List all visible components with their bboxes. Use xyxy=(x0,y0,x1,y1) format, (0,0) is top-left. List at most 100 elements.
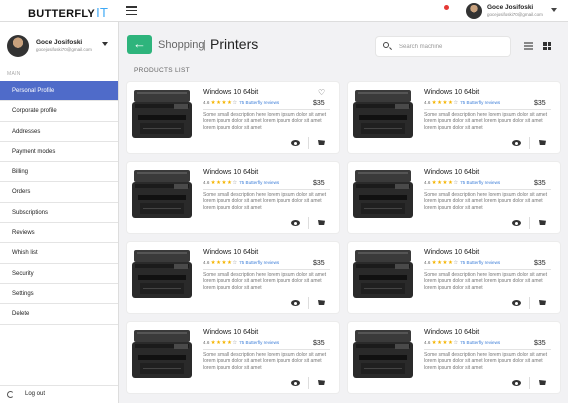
divider xyxy=(529,137,530,149)
divider xyxy=(203,269,330,270)
search-box xyxy=(376,37,510,56)
search-input[interactable] xyxy=(399,41,504,52)
chevron-down-icon[interactable] xyxy=(551,8,557,12)
eye-icon[interactable] xyxy=(291,140,300,146)
product-card[interactable]: Windows 10 64bit 4.6 ★★★★☆ 75 Butterfly r… xyxy=(348,242,560,313)
product-image[interactable] xyxy=(131,168,193,220)
sidebar-item-reviews[interactable]: Reviews xyxy=(0,223,118,244)
eye-icon[interactable] xyxy=(291,300,300,306)
product-title[interactable]: Windows 10 64bit xyxy=(424,89,479,96)
reviews-link[interactable]: 75 Butterfly reviews xyxy=(239,100,279,105)
sidebar-item-billing[interactable]: Billing xyxy=(0,162,118,183)
product-card[interactable]: Windows 10 64bit 4.6 ★★★★☆ 75 Butterfly r… xyxy=(348,82,560,153)
product-rating: 4.6 ★★★★☆ 75 Butterfly reviews xyxy=(424,180,500,186)
cart-icon[interactable] xyxy=(539,380,546,385)
product-title[interactable]: Windows 10 64bit xyxy=(203,89,258,96)
cart-icon[interactable] xyxy=(539,220,546,225)
search-icon[interactable] xyxy=(383,42,389,48)
eye-icon[interactable] xyxy=(291,220,300,226)
product-price: $35 xyxy=(313,260,325,267)
breadcrumb-parent[interactable]: Shopping xyxy=(158,39,205,51)
cart-icon[interactable] xyxy=(318,220,325,225)
cart-icon[interactable] xyxy=(318,140,325,145)
notification-dot-icon[interactable] xyxy=(444,5,449,10)
sidebar-item-settings[interactable]: Settings xyxy=(0,284,118,305)
eye-icon[interactable] xyxy=(512,140,521,146)
cart-icon[interactable] xyxy=(539,300,546,305)
cart-icon[interactable] xyxy=(318,300,325,305)
chevron-down-icon[interactable] xyxy=(102,42,108,46)
reviews-link[interactable]: 75 Butterfly reviews xyxy=(239,340,279,345)
sidebar-item-addresses[interactable]: Addresses xyxy=(0,122,118,142)
product-image[interactable] xyxy=(352,168,414,220)
product-image[interactable] xyxy=(352,88,414,140)
product-title[interactable]: Windows 10 64bit xyxy=(424,329,479,336)
sidebar-menu: Personal Profile Corporate profile Addre… xyxy=(0,81,118,325)
product-card[interactable]: Windows 10 64bit 4.6 ★★★★☆ 75 Butterfly r… xyxy=(348,162,560,233)
divider xyxy=(203,189,330,190)
cart-icon[interactable] xyxy=(318,380,325,385)
product-image[interactable] xyxy=(131,328,193,380)
sidebar-item-subscriptions[interactable]: Subscriptions xyxy=(0,203,118,224)
logout-button[interactable]: Log out xyxy=(0,385,118,403)
divider xyxy=(529,297,530,309)
list-view-icon[interactable] xyxy=(524,42,533,50)
product-title[interactable]: Windows 10 64bit xyxy=(203,329,258,336)
product-image[interactable] xyxy=(131,248,193,300)
cart-icon[interactable] xyxy=(539,140,546,145)
reviews-link[interactable]: 75 Butterfly reviews xyxy=(460,340,500,345)
product-image[interactable] xyxy=(131,88,193,140)
product-price: $35 xyxy=(313,340,325,347)
rating-value: 4.6 xyxy=(424,180,431,185)
back-button[interactable]: ← xyxy=(127,35,152,54)
heart-icon[interactable]: ♡ xyxy=(318,88,325,97)
rating-value: 4.6 xyxy=(424,100,431,105)
sidebar-item-personal-profile[interactable]: Personal Profile xyxy=(0,81,118,102)
product-image[interactable] xyxy=(352,328,414,380)
grid-view-icon[interactable] xyxy=(543,42,551,50)
product-rating: 4.6 ★★★★☆ 75 Butterfly reviews xyxy=(424,340,500,346)
top-bar: BUTTERFLYIT Goce Josifoski gocejosifoski… xyxy=(0,0,568,22)
product-card[interactable]: Windows 10 64bit 4.6 ★★★★☆ 75 Butterfly r… xyxy=(127,242,339,313)
product-card[interactable]: Windows 10 64bit 4.6 ★★★★☆ 75 Butterfly r… xyxy=(127,162,339,233)
star-rating-icon: ★★★★☆ xyxy=(210,100,238,106)
reviews-link[interactable]: 75 Butterfly reviews xyxy=(460,260,500,265)
product-price: $35 xyxy=(313,100,325,107)
menu-icon[interactable] xyxy=(126,6,137,16)
arrow-left-icon: ← xyxy=(133,36,146,51)
product-image[interactable] xyxy=(352,248,414,300)
sidebar-item-whish-list[interactable]: Whish list xyxy=(0,243,118,264)
reviews-link[interactable]: 75 Butterfly reviews xyxy=(239,180,279,185)
product-title[interactable]: Windows 10 64bit xyxy=(424,169,479,176)
divider xyxy=(424,349,551,350)
star-rating-icon: ★★★★☆ xyxy=(210,340,238,346)
product-card[interactable]: Windows 10 64bit 4.6 ★★★★☆ 75 Butterfly r… xyxy=(348,322,560,393)
reviews-link[interactable]: 75 Butterfly reviews xyxy=(460,100,500,105)
sidebar-item-corporate-profile[interactable]: Corporate profile xyxy=(0,101,118,122)
reviews-link[interactable]: 75 Butterfly reviews xyxy=(239,260,279,265)
sidebar-item-orders[interactable]: Orders xyxy=(0,182,118,203)
app-logo[interactable]: BUTTERFLYIT xyxy=(28,5,108,20)
star-rating-icon: ★★★★☆ xyxy=(210,260,238,266)
eye-icon[interactable] xyxy=(291,380,300,386)
product-card[interactable]: Windows 10 64bit ♡ 4.6 ★★★★☆ 75 Butterfly … xyxy=(127,82,339,153)
reviews-link[interactable]: 75 Butterfly reviews xyxy=(460,180,500,185)
product-title[interactable]: Windows 10 64bit xyxy=(424,249,479,256)
eye-icon[interactable] xyxy=(512,380,521,386)
sidebar-item-delete[interactable]: Delete xyxy=(0,304,118,325)
product-title[interactable]: Windows 10 64bit xyxy=(203,249,258,256)
product-title[interactable]: Windows 10 64bit xyxy=(203,169,258,176)
product-rating: 4.6 ★★★★☆ 75 Butterfly reviews xyxy=(203,260,279,266)
eye-icon[interactable] xyxy=(512,220,521,226)
star-rating-icon: ★★★★☆ xyxy=(210,180,238,186)
product-card[interactable]: Windows 10 64bit 4.6 ★★★★☆ 75 Butterfly r… xyxy=(127,322,339,393)
avatar[interactable] xyxy=(466,3,482,19)
sidebar-item-payment-modes[interactable]: Payment modes xyxy=(0,142,118,163)
product-rating: 4.6 ★★★★☆ 75 Butterfly reviews xyxy=(203,180,279,186)
sidebar-item-security[interactable]: Security xyxy=(0,264,118,284)
rating-value: 4.6 xyxy=(203,180,210,185)
eye-icon[interactable] xyxy=(512,300,521,306)
rating-value: 4.6 xyxy=(424,260,431,265)
product-price: $35 xyxy=(534,340,546,347)
product-rating: 4.6 ★★★★☆ 75 Butterfly reviews xyxy=(424,260,500,266)
